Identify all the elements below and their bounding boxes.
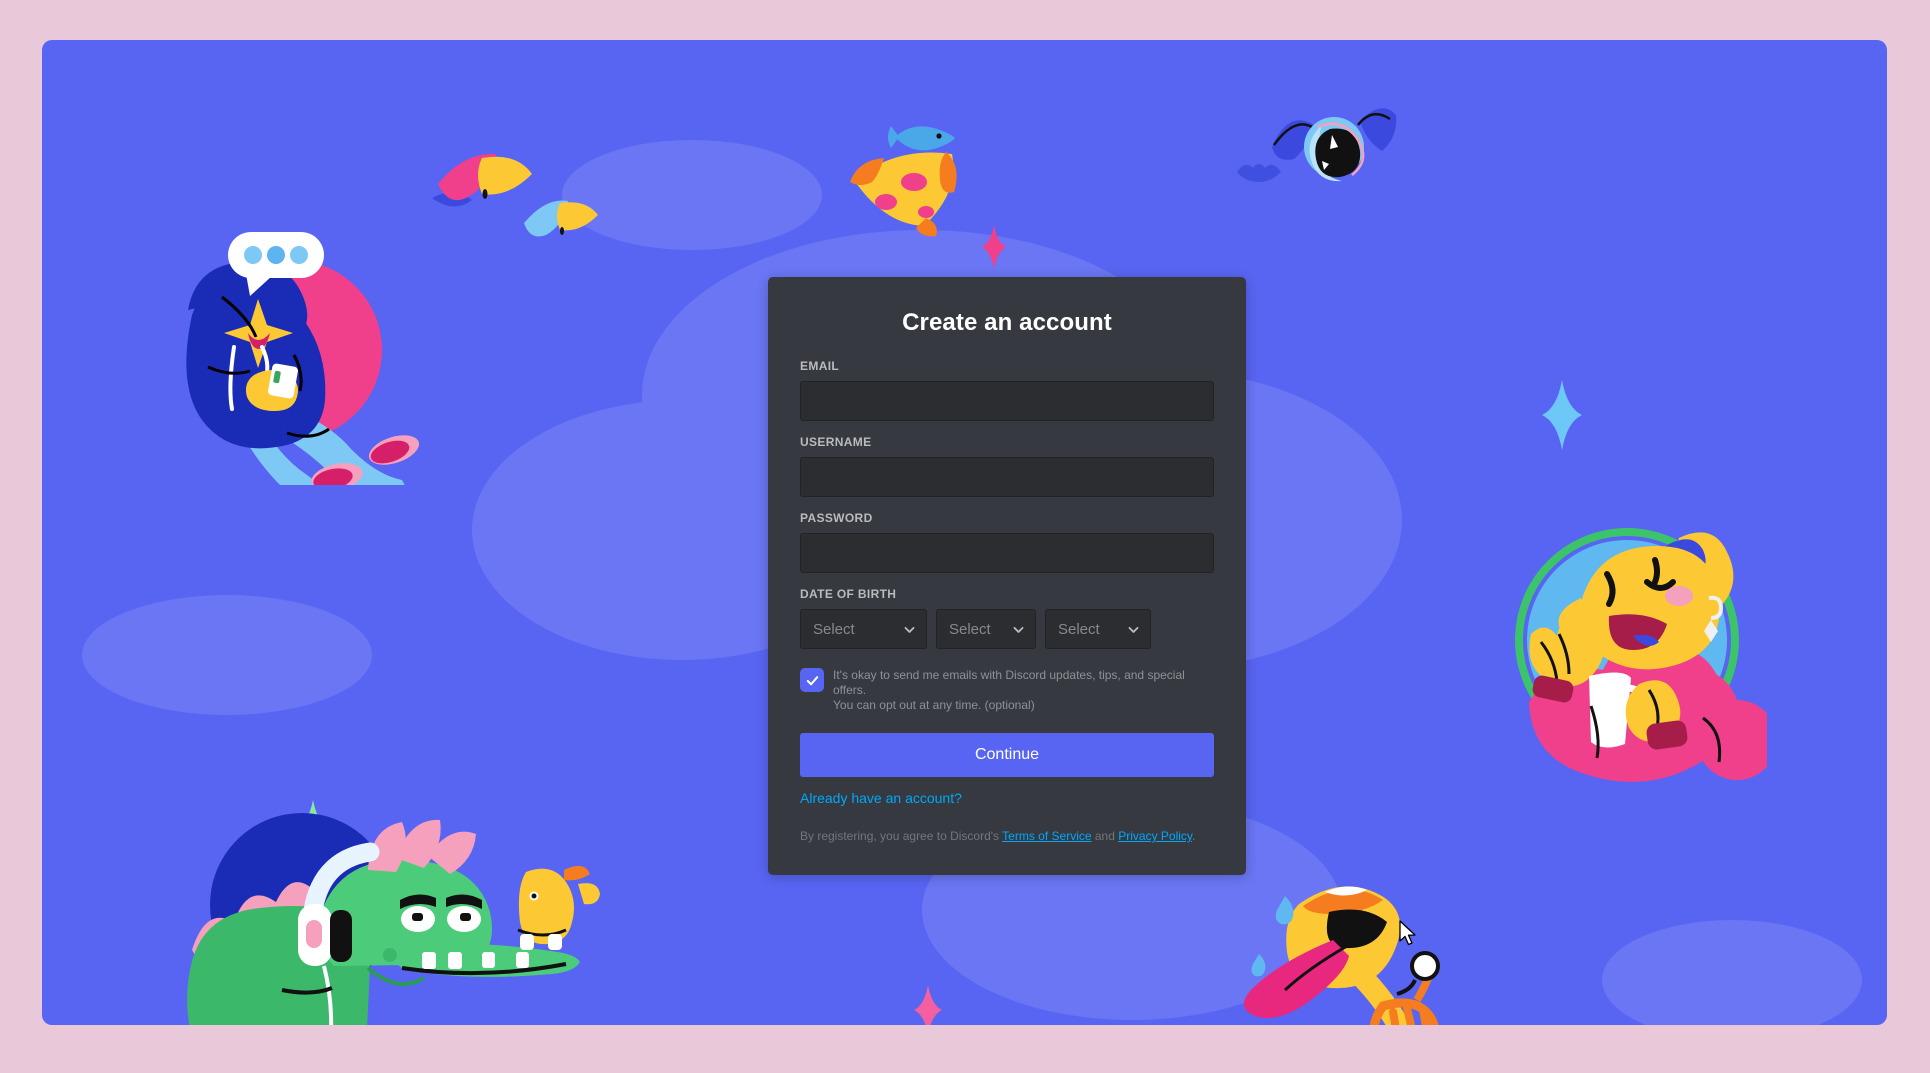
create-account-card: Create an account EMAIL USERNAME PASSWOR… xyxy=(768,277,1246,875)
terms-suffix: . xyxy=(1192,829,1196,843)
pizza-slice-illustration xyxy=(850,152,957,237)
username-field-group: USERNAME xyxy=(800,435,1214,497)
dinosaur-with-headphones-illustration xyxy=(187,813,600,1025)
terms-prefix: By registering, you agree to Discord's xyxy=(800,829,1003,843)
page-title: Create an account xyxy=(902,309,1112,336)
chevron-down-icon xyxy=(904,626,915,633)
dob-year-value: Select xyxy=(1058,620,1100,638)
password-field-group: PASSWORD xyxy=(800,511,1214,573)
fish-illustration xyxy=(888,126,955,151)
flying-bird-illustration xyxy=(524,200,598,237)
cloud-shape xyxy=(562,140,822,250)
password-label: PASSWORD xyxy=(800,511,873,525)
email-input[interactable] xyxy=(800,381,1214,421)
date-of-birth-label: DATE OF BIRTH xyxy=(800,587,897,601)
email-label: EMAIL xyxy=(800,359,840,373)
dob-month-select[interactable]: Select xyxy=(800,609,927,649)
dob-month-value: Select xyxy=(813,620,855,638)
email-optin-text: It's okay to send me emails with Discord… xyxy=(833,667,1214,713)
email-optin-line2: You can opt out at any time. (optional) xyxy=(833,698,1035,712)
sparkle-icon xyxy=(1542,380,1582,450)
waving-character-illustration xyxy=(1515,528,1767,782)
cloud-shape xyxy=(1602,920,1862,1025)
terms-and-privacy-text: By registering, you agree to Discord's T… xyxy=(800,828,1214,844)
page-root: Create an account EMAIL USERNAME PASSWOR… xyxy=(0,0,1930,1073)
discord-app-panel: Create an account EMAIL USERNAME PASSWOR… xyxy=(42,40,1887,1025)
already-have-account-link[interactable]: Already have an account? xyxy=(800,790,962,806)
terms-middle: and xyxy=(1091,829,1119,843)
dob-day-value: Select xyxy=(949,620,991,638)
username-input[interactable] xyxy=(800,457,1214,497)
flying-bird-illustration xyxy=(432,153,532,207)
dob-day-select[interactable]: Select xyxy=(936,609,1036,649)
email-optin-line1: It's okay to send me emails with Discord… xyxy=(833,668,1185,697)
dob-year-select[interactable]: Select xyxy=(1045,609,1151,649)
password-input[interactable] xyxy=(800,533,1214,573)
chevron-down-icon xyxy=(1013,626,1024,633)
sparkle-icon xyxy=(914,985,942,1025)
sparkle-icon xyxy=(294,800,332,862)
flying-bat-illustration xyxy=(1272,108,1397,182)
french-horn-illustration xyxy=(1243,886,1440,1025)
cloud-shape xyxy=(82,595,372,715)
privacy-policy-link[interactable]: Privacy Policy xyxy=(1118,829,1192,843)
date-of-birth-row: Select Select Select xyxy=(800,609,1214,649)
date-of-birth-group: DATE OF BIRTH Select Select Select xyxy=(800,587,1214,649)
terms-of-service-link[interactable]: Terms of Service xyxy=(1002,829,1091,843)
username-label: USERNAME xyxy=(800,435,872,449)
continue-button[interactable]: Continue xyxy=(800,733,1214,777)
sparkle-icon xyxy=(982,225,1006,269)
flying-bat-illustration xyxy=(1237,164,1281,182)
chevron-down-icon xyxy=(1128,626,1139,633)
person-on-phone-illustration xyxy=(186,260,420,485)
email-optin-checkbox[interactable] xyxy=(800,668,824,692)
email-field-group: EMAIL xyxy=(800,359,1214,421)
chat-bubble-icon xyxy=(228,232,324,296)
checkmark-icon xyxy=(806,675,818,685)
email-optin-row: It's okay to send me emails with Discord… xyxy=(800,667,1214,713)
